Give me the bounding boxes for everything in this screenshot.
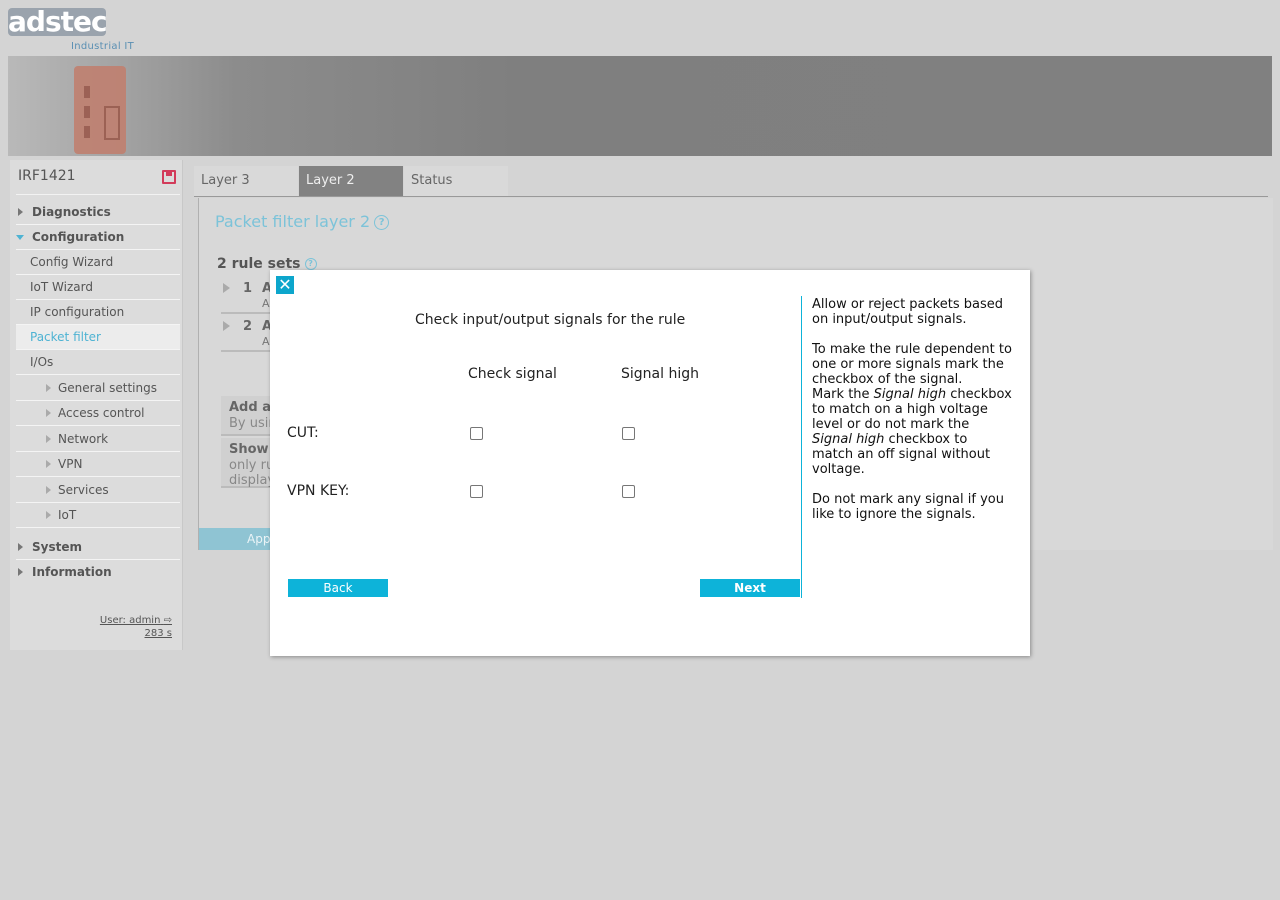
session-timer: 283 s xyxy=(144,628,172,639)
cut-check-signal-checkbox[interactable] xyxy=(470,427,483,440)
expand-icon xyxy=(223,283,230,293)
sidebar-item-configuration[interactable]: Configuration xyxy=(16,225,180,250)
tab-layer-2[interactable]: Layer 2 xyxy=(299,166,403,196)
vpn-key-check-signal-checkbox[interactable] xyxy=(470,485,483,498)
vpn-key-signal-high-checkbox[interactable] xyxy=(622,485,635,498)
column-check-signal: Check signal xyxy=(468,366,557,382)
sidebar-item-diagnostics[interactable]: Diagnostics xyxy=(16,200,180,225)
sidebar-item-services[interactable]: Services xyxy=(16,478,180,503)
sidebar-item-system[interactable]: System xyxy=(16,535,180,560)
adstec-logo: adstec Industrial IT xyxy=(8,8,138,54)
triangle-down-icon xyxy=(16,235,24,240)
triangle-right-icon xyxy=(18,568,23,576)
router-device-image xyxy=(74,66,126,154)
triangle-right-icon xyxy=(46,486,51,494)
sidebar-item-ip-configuration[interactable]: IP configuration xyxy=(16,300,180,325)
next-button[interactable]: Next xyxy=(700,579,800,597)
apply-button[interactable]: Appl xyxy=(199,528,279,550)
back-button[interactable]: Back xyxy=(288,579,388,597)
save-icon[interactable] xyxy=(162,170,176,184)
sidebar: IRF1421 Diagnostics Configuration Config… xyxy=(10,160,183,650)
sidebar-item-general-settings[interactable]: General settings xyxy=(16,376,180,401)
triangle-right-icon xyxy=(46,460,51,468)
close-icon[interactable]: ✕ xyxy=(276,276,294,294)
sidebar-item-access-control[interactable]: Access control xyxy=(16,401,180,426)
tab-divider xyxy=(194,196,1268,197)
user-logout-link[interactable]: User: admin ⇨ xyxy=(100,615,172,626)
sidebar-item-network[interactable]: Network xyxy=(16,427,180,452)
sidebar-item-vpn[interactable]: VPN xyxy=(16,452,180,477)
signal-label-cut: CUT: xyxy=(287,425,319,441)
expand-icon xyxy=(223,321,230,331)
cut-signal-high-checkbox[interactable] xyxy=(622,427,635,440)
signal-label-vpn-key: VPN KEY: xyxy=(287,483,350,499)
dialog-divider xyxy=(801,296,802,598)
dialog-title: Check input/output signals for the rule xyxy=(415,312,686,328)
triangle-right-icon xyxy=(46,435,51,443)
sidebar-item-information[interactable]: Information xyxy=(16,560,180,584)
logout-icon: ⇨ xyxy=(163,615,172,626)
help-icon[interactable]: ? xyxy=(374,215,390,230)
header-banner xyxy=(8,56,1272,156)
signal-dialog: ✕ Check input/output signals for the rul… xyxy=(270,270,1030,656)
sidebar-item-iot[interactable]: IoT xyxy=(16,503,180,528)
help-icon[interactable]: ? xyxy=(304,258,317,270)
triangle-right-icon xyxy=(18,543,23,551)
sidebar-item-packet-filter[interactable]: Packet filter xyxy=(16,325,180,350)
column-signal-high: Signal high xyxy=(621,366,699,382)
triangle-right-icon xyxy=(46,511,51,519)
device-name: IRF1421 xyxy=(18,168,76,184)
logo-subtitle: Industrial IT xyxy=(71,41,135,52)
sidebar-item-iot-wizard[interactable]: IoT Wizard xyxy=(16,275,180,300)
page-title: Packet filter layer 2? xyxy=(215,212,390,231)
triangle-right-icon xyxy=(46,409,51,417)
triangle-right-icon xyxy=(46,384,51,392)
sidebar-item-ios[interactable]: I/Os xyxy=(16,350,180,375)
dialog-help-text: Allow or reject packets based on input/o… xyxy=(812,297,1012,522)
sidebar-item-config-wizard[interactable]: Config Wizard xyxy=(16,250,180,275)
logo-text: adstec xyxy=(8,5,108,38)
tab-layer-3[interactable]: Layer 3 xyxy=(194,166,298,196)
triangle-right-icon xyxy=(18,208,23,216)
tab-status[interactable]: Status xyxy=(404,166,508,196)
